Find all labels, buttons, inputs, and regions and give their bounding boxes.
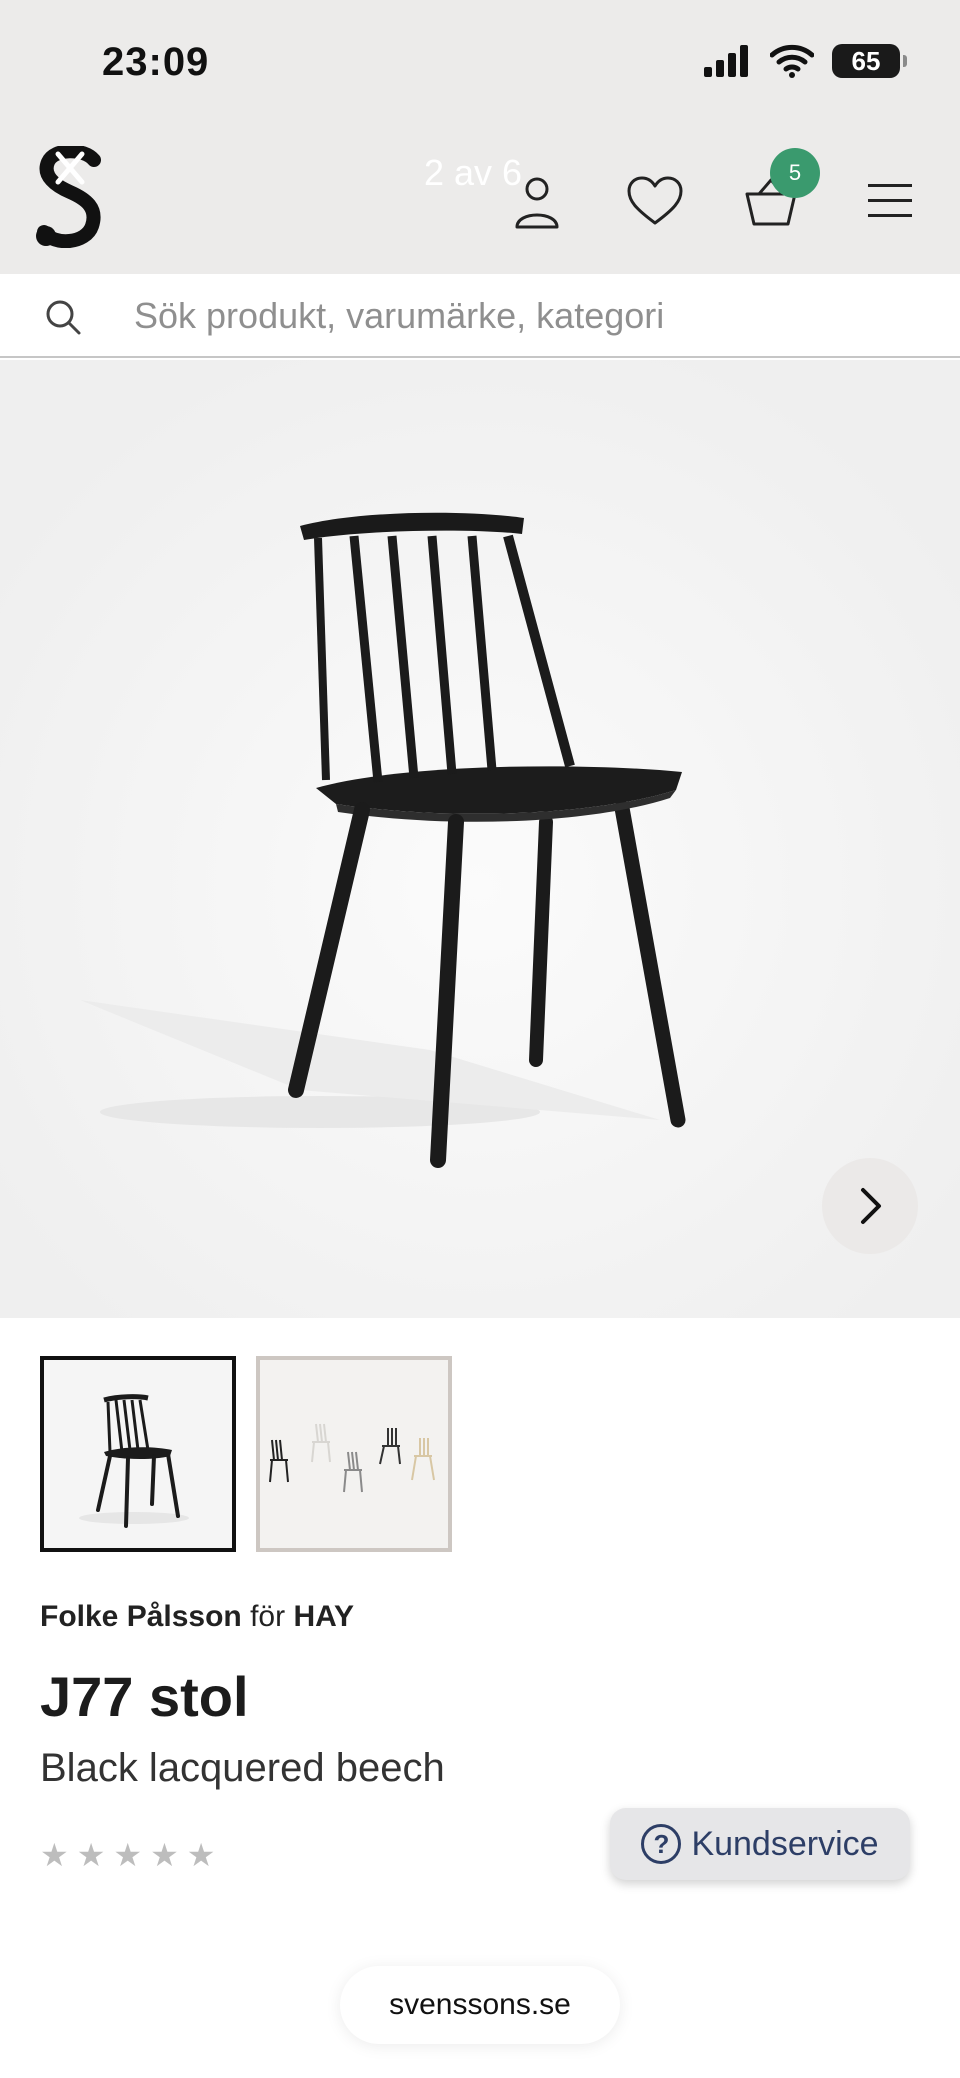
star-icon: ★ [113,1837,143,1873]
battery-icon: 65 [832,44,907,78]
product-image[interactable] [0,360,960,1318]
brand-name[interactable]: HAY [293,1600,354,1633]
thumbnail-2[interactable] [256,1356,452,1552]
heart-icon [627,176,683,225]
search-input[interactable] [134,288,914,344]
chair-photo [0,360,960,1318]
menu-button[interactable] [855,166,925,236]
thumbnail-chair-image [44,1360,232,1548]
customer-service-button[interactable]: ? Kundservice [610,1808,910,1880]
status-time: 23:09 [102,40,210,84]
cart-count-badge[interactable]: 5 [770,148,820,198]
customer-service-label: Kundservice [691,1824,879,1863]
account-icon [515,177,559,229]
status-bar: 23:09 65 [0,0,960,128]
star-icon: ★ [40,1837,69,1873]
thumbnail-1[interactable] [40,1356,236,1552]
status-icons: 65 [704,44,907,78]
product-variant: Black lacquered beech [40,1746,445,1790]
designer-connector: för [250,1600,286,1633]
designer-name[interactable]: Folke Pålsson [40,1600,242,1633]
wifi-icon [770,44,814,78]
designer-line: Folke Pålsson för HAY [40,1600,354,1634]
svenssons-logo[interactable] [36,146,108,248]
account-button[interactable] [502,166,572,236]
browser-url-bar[interactable]: svenssons.se [340,1966,620,2044]
search-icon[interactable] [44,298,82,336]
search-bar [0,274,960,358]
product-title: J77 stol [40,1665,249,1728]
help-icon: ? [641,1824,682,1864]
cellular-signal-icon [704,45,748,77]
rating-stars[interactable]: ★ ★ ★ ★ ★ [40,1836,215,1874]
thumbnail-chair-group-image [260,1360,448,1548]
wishlist-button[interactable] [620,166,690,236]
star-icon: ★ [150,1837,179,1873]
star-icon: ★ [186,1837,216,1873]
battery-level: 65 [851,45,881,76]
chevron-right-icon [861,1188,881,1224]
next-image-button[interactable] [822,1158,918,1254]
site-header: 2 av 6 5 [0,128,960,274]
menu-icon [868,184,912,217]
star-icon: ★ [76,1837,106,1873]
